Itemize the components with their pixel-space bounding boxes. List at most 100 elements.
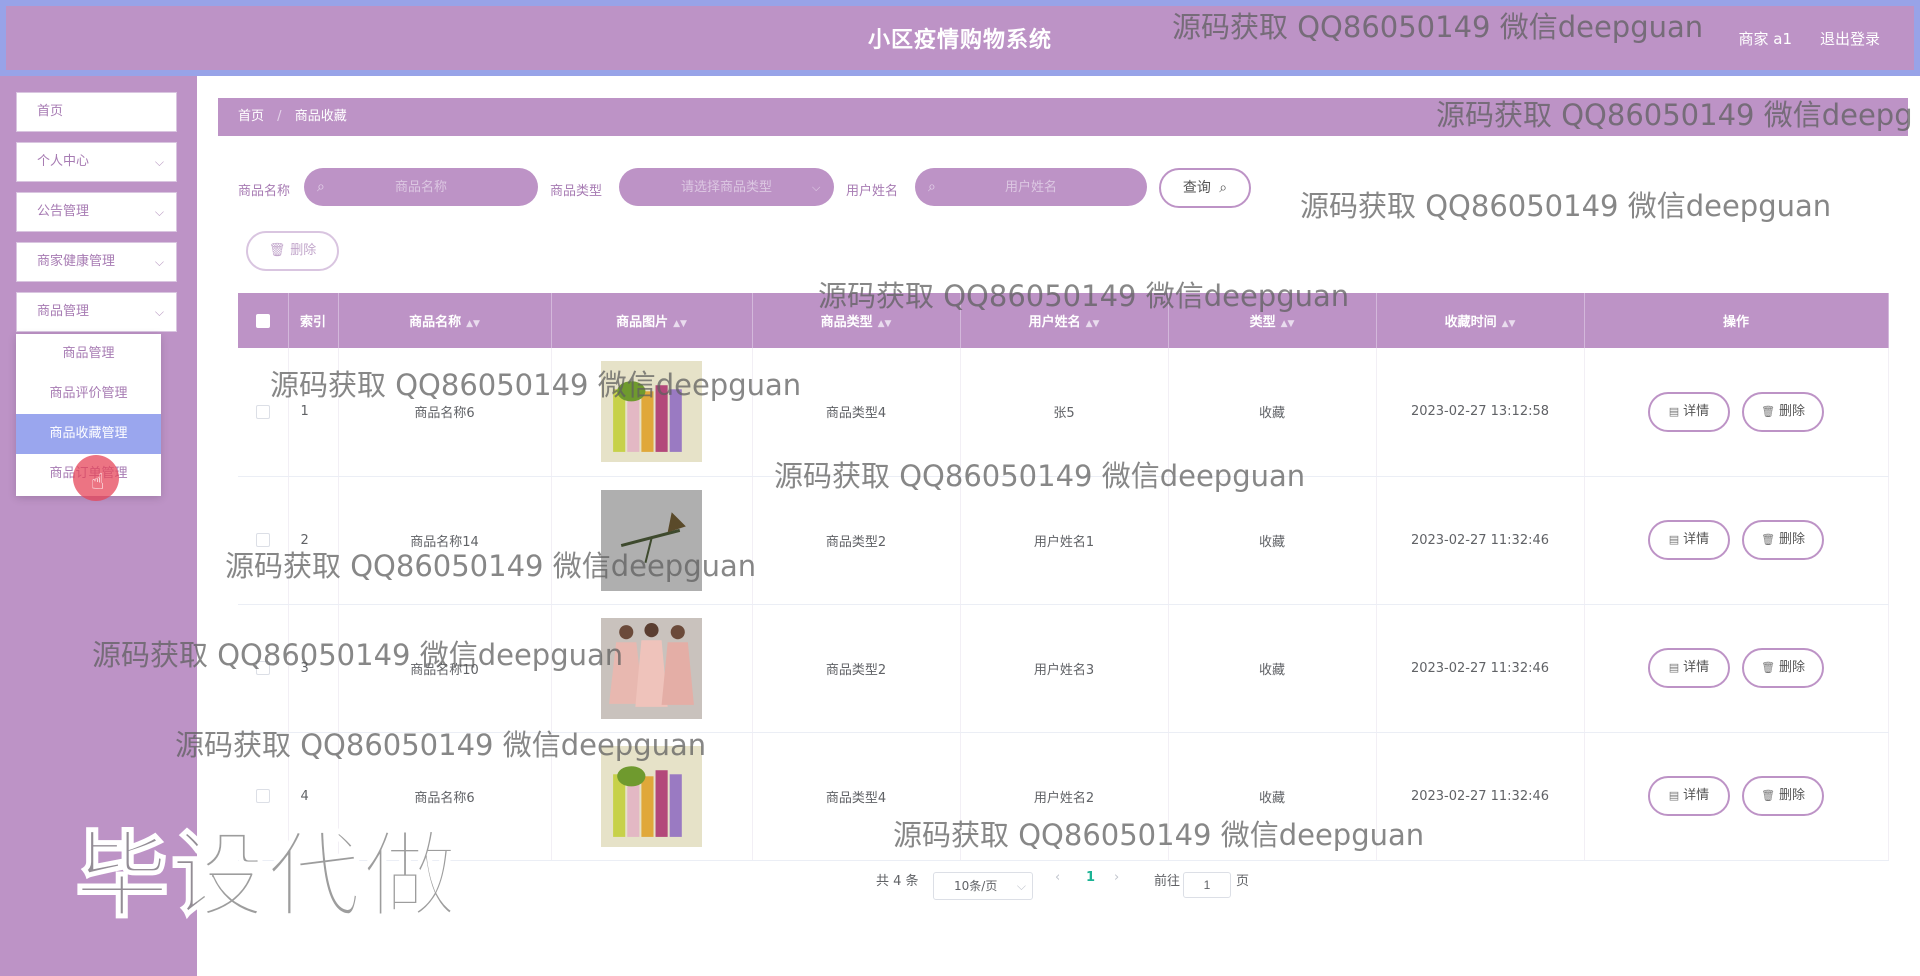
sort-icon: ▲▼: [673, 319, 687, 329]
row-checkbox[interactable]: [255, 661, 270, 675]
row-type: 商品类型2: [752, 476, 961, 605]
col-time[interactable]: 收藏时间 ▲▼: [1376, 293, 1585, 348]
col-image-label: 商品图片: [616, 315, 669, 330]
product-image[interactable]: [601, 745, 702, 847]
row-kind: 收藏: [1168, 348, 1377, 477]
select-all-checkbox[interactable]: [255, 313, 270, 328]
row-time: 2023-02-27 11:32:46: [1376, 732, 1585, 861]
detail-button[interactable]: ▤ 详情: [1647, 648, 1730, 688]
row-index: 4: [288, 732, 339, 861]
delete-button[interactable]: 🗑 删除: [1742, 391, 1825, 432]
row-time: 2023-02-27 11:32:46: [1376, 476, 1585, 605]
detail-button[interactable]: ▤ 详情: [1647, 776, 1730, 816]
page-size-select[interactable]: 10条/页 ⌵: [933, 872, 1033, 900]
detail-button[interactable]: ▤ 详情: [1647, 391, 1730, 432]
row-type: 商品类型4: [752, 348, 961, 477]
sort-icon: ▲▼: [1280, 319, 1295, 329]
col-image[interactable]: 商品图片 ▲▼: [551, 293, 753, 348]
col-index: 索引: [288, 293, 339, 348]
prev-page-icon[interactable]: ‹: [1055, 870, 1060, 885]
batch-delete-button[interactable]: 🗑 删除: [246, 231, 339, 271]
chevron-down-icon: ⌵: [154, 255, 164, 269]
col-user[interactable]: 用户姓名 ▲▼: [960, 293, 1169, 348]
query-button-label: 查询: [1182, 180, 1211, 196]
page-size-value: 10条/页: [954, 879, 998, 893]
breadcrumb-home[interactable]: 首页: [238, 109, 264, 124]
product-image[interactable]: [601, 489, 702, 591]
row-actions: ▤ 详情 🗑 删除: [1584, 604, 1889, 733]
document-icon: ▤: [1668, 789, 1680, 802]
row-time: 2023-02-27 11:32:46: [1376, 604, 1585, 733]
col-kind[interactable]: 类型 ▲▼: [1168, 293, 1377, 348]
row-time: 2023-02-27 13:12:58: [1376, 348, 1585, 477]
detail-button[interactable]: ▤ 详情: [1647, 520, 1730, 560]
row-checkbox[interactable]: [255, 789, 270, 803]
goto-page-input[interactable]: [1183, 872, 1231, 898]
row-type: 商品类型2: [752, 604, 961, 733]
col-type[interactable]: 商品类型 ▲▼: [752, 293, 961, 348]
top-header: 小区疫情购物系统 商家 a1 退出登录: [0, 0, 1920, 76]
row-image-cell: [551, 348, 753, 477]
chevron-down-icon: ⌵: [154, 205, 164, 219]
delete-label: 删除: [1779, 788, 1806, 803]
type-filter-select[interactable]: [619, 168, 834, 206]
logout-button[interactable]: 退出登录: [1820, 28, 1880, 49]
product-image[interactable]: [601, 361, 702, 463]
delete-button[interactable]: 🗑 删除: [1742, 520, 1825, 560]
trash-icon: 🗑: [1761, 533, 1776, 546]
delete-label: 删除: [1779, 403, 1806, 419]
select-all-cell: [238, 293, 289, 348]
row-actions: ▤ 详情 🗑 删除: [1584, 476, 1889, 605]
user-filter-input[interactable]: [915, 168, 1147, 206]
current-user[interactable]: 商家 a1: [1738, 28, 1792, 49]
sidebar-item-profile[interactable]: 个人中心 ⌵: [16, 142, 177, 182]
row-image-cell: [551, 476, 753, 605]
trash-icon: 🗑: [1761, 661, 1776, 674]
sidebar-item-goods[interactable]: 商品管理 ⌵: [16, 292, 177, 332]
product-image[interactable]: [601, 617, 702, 719]
row-actions: ▤ 详情 🗑 删除: [1584, 732, 1889, 861]
sidebar-item-label: 商品管理: [37, 304, 90, 319]
col-name-label: 商品名称: [409, 315, 462, 330]
name-filter-input[interactable]: [304, 168, 538, 206]
col-kind-label: 类型: [1249, 315, 1276, 330]
sidebar-item-health[interactable]: 商家健康管理 ⌵: [16, 242, 177, 282]
breadcrumb: 首页 / 商品收藏: [218, 98, 1908, 136]
row-checkbox[interactable]: [255, 533, 270, 547]
pagination-total: 共 4 条: [876, 874, 919, 889]
row-name: 商品名称10: [338, 604, 552, 733]
row-name: 商品名称6: [338, 348, 552, 477]
delete-button[interactable]: 🗑 删除: [1742, 648, 1825, 688]
row-user: 用户姓名2: [960, 732, 1169, 861]
trash-icon: 🗑: [268, 243, 286, 258]
sidebar-item-home[interactable]: 首页: [16, 92, 177, 132]
row-kind: 收藏: [1168, 476, 1377, 605]
query-button[interactable]: 查询 ⌕: [1159, 168, 1251, 208]
detail-label: 详情: [1683, 403, 1710, 419]
trash-icon: 🗑: [1761, 789, 1776, 802]
goto-suffix: 页: [1236, 874, 1250, 889]
delete-button[interactable]: 🗑 删除: [1742, 776, 1825, 816]
search-icon: ⌕: [317, 179, 325, 195]
breadcrumb-current: 商品收藏: [294, 109, 347, 124]
col-name[interactable]: 商品名称 ▲▼: [338, 293, 552, 348]
chevron-down-icon: ⌵: [1016, 879, 1026, 893]
row-checkbox[interactable]: [255, 404, 270, 419]
sort-icon: ▲▼: [877, 319, 892, 329]
submenu-item-favorites[interactable]: 商品收藏管理: [16, 414, 161, 454]
table-row: 1 商品名称6 商品类型4 张5 收藏 2023-02-27 13:12:58 …: [238, 348, 1889, 477]
table-row: 4 商品名称6 商品类型4 用户姓名2 收藏 2023-02-27 11:32:…: [238, 732, 1889, 861]
sidebar-item-notice[interactable]: 公告管理 ⌵: [16, 192, 177, 232]
name-filter-label: 商品名称: [238, 184, 291, 199]
page-number[interactable]: 1: [1086, 870, 1095, 885]
sort-icon: ▲▼: [1085, 319, 1100, 329]
submenu-item-goods[interactable]: 商品管理: [16, 334, 161, 374]
row-kind: 收藏: [1168, 604, 1377, 733]
row-actions: ▤ 详情 🗑 删除: [1584, 348, 1889, 477]
next-page-icon[interactable]: ›: [1114, 870, 1119, 885]
submenu-item-reviews[interactable]: 商品评价管理: [16, 374, 161, 414]
chevron-down-icon: ⌵: [154, 305, 164, 319]
delete-label: 删除: [1779, 532, 1806, 547]
app-title: 小区疫情购物系统: [867, 28, 1052, 53]
row-user: 张5: [960, 348, 1169, 477]
